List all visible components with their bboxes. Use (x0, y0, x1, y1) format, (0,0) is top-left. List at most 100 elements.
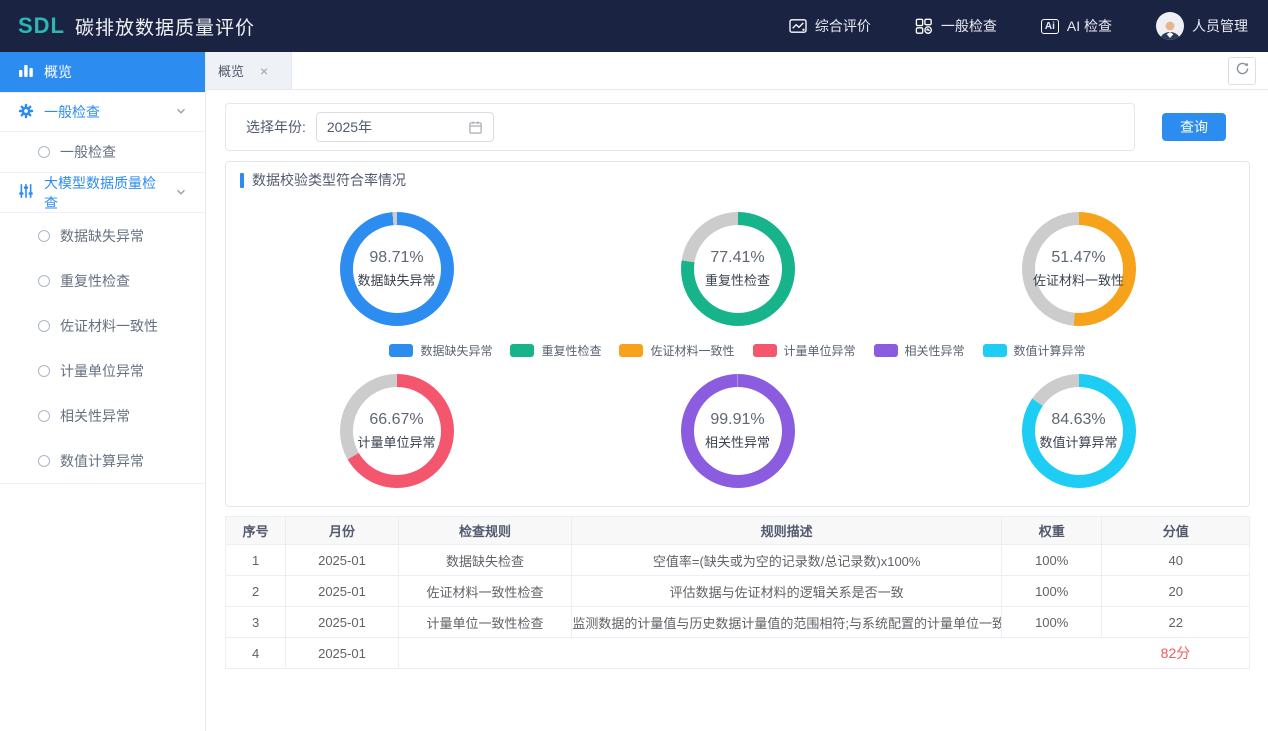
table-header-row: 序号 月份 检查规则 规则描述 权重 分值 (226, 517, 1250, 545)
donut-chart-calculation-anomaly: 84.63% 数值计算异常 (1022, 374, 1136, 488)
legend-label: 佐证材料一致性 (650, 342, 734, 359)
table-cell: 评估数据与佐证材料的逻辑关系是否一致 (572, 576, 1002, 607)
donut-label: 佐证材料一致性 (1033, 270, 1124, 289)
filter-card: 选择年份: 2025年 (225, 103, 1135, 151)
nav-item-label: 人员管理 (1192, 16, 1248, 36)
legend-item: 数据缺失异常 (389, 342, 492, 359)
legend-item: 佐证材料一致性 (619, 342, 734, 359)
sidebar-group-label: 大模型数据质量检查 (44, 173, 165, 213)
sidebar-item-label: 佐证材料一致性 (60, 316, 158, 336)
table-cell: 监测数据的计量值与历史数据计量值的范围相符;与系统配置的计量单位一致 (572, 607, 1002, 638)
sidebar-item-label: 相关性异常 (60, 406, 130, 426)
table-cell: 40 (1102, 545, 1250, 576)
donut-charts: 98.71% 数据缺失异常 77.41% 重复性检查 (226, 198, 1249, 506)
year-select-value: 2025年 (327, 117, 372, 137)
table-cell: 4 (226, 638, 286, 669)
nav-item-general-check[interactable]: 一般检查 (915, 16, 997, 36)
legend-item: 计量单位异常 (753, 342, 856, 359)
legend-swatch (389, 344, 413, 357)
donut-percent: 84.63% (1051, 411, 1105, 429)
refresh-icon (1235, 61, 1250, 81)
sidebar-item-label: 概览 (44, 62, 72, 82)
radio-circle-icon (38, 146, 50, 158)
app-title: 碳排放数据质量评价 (75, 13, 255, 40)
navbar-menu: 综合评价 一般检查 Ai AI 检查 (789, 12, 1248, 40)
table-cell: 计量单位一致性检查 (398, 607, 572, 638)
total-score-cell: 82分 (1102, 638, 1250, 669)
legend-label: 计量单位异常 (784, 342, 856, 359)
col-header-rule: 检查规则 (398, 517, 572, 545)
donut-chart-evidence-consistency: 51.47% 佐证材料一致性 (1022, 212, 1136, 326)
table-cell: 100% (1002, 576, 1102, 607)
chevron-down-icon (175, 104, 187, 120)
donut-percent: 51.47% (1051, 249, 1105, 267)
sidebar-item-general-check[interactable]: 一般检查 (0, 132, 205, 173)
radio-circle-icon (38, 275, 50, 287)
nav-item-label: AI 检查 (1067, 16, 1112, 36)
donut-percent: 66.67% (369, 411, 423, 429)
col-header-index: 序号 (226, 517, 286, 545)
donut-label: 计量单位异常 (357, 432, 435, 451)
tab-overview[interactable]: 概览 × (206, 52, 292, 89)
radio-circle-icon (38, 410, 50, 422)
table-cell: 2025-01 (286, 545, 398, 576)
table-cell: 100% (1002, 607, 1102, 638)
radio-circle-icon (38, 320, 50, 332)
legend-label: 重复性检查 (541, 342, 601, 359)
table-row: 2 2025-01 佐证材料一致性检查 评估数据与佐证材料的逻辑关系是否一致 1… (226, 576, 1250, 607)
panel-title: 数据校验类型符合率情况 (252, 170, 406, 190)
refresh-button[interactable] (1228, 57, 1256, 85)
query-button[interactable]: 查询 (1162, 113, 1226, 141)
sliders-icon (18, 183, 34, 202)
chevron-down-icon (175, 185, 187, 201)
legend-label: 数据缺失异常 (420, 342, 492, 359)
donut-label: 重复性检查 (705, 270, 770, 289)
donut-label: 数据缺失异常 (357, 270, 435, 289)
table-cell-empty (398, 638, 1102, 669)
nav-item-label: 一般检查 (941, 16, 997, 36)
sidebar-item-label: 数值计算异常 (60, 451, 144, 471)
radio-circle-icon (38, 230, 50, 242)
calendar-icon (468, 120, 483, 135)
chart-legend: 数据缺失异常 重复性检查 佐证材料一致性 计量单位异常 (226, 342, 1249, 359)
sidebar-item-data-missing[interactable]: 数据缺失异常 (0, 213, 205, 258)
sidebar-item-overview[interactable]: 概览 (0, 52, 205, 92)
sidebar-group-llm-quality-check[interactable]: 大模型数据质量检查 (0, 173, 205, 213)
top-navbar: SDL 碳排放数据质量评价 综合评价 (0, 0, 1268, 52)
sidebar: 概览 一般检查 一般检查 (0, 52, 206, 731)
close-icon[interactable]: × (260, 64, 268, 78)
table-cell: 数据缺失检查 (398, 545, 572, 576)
sidebar-item-duplication-check[interactable]: 重复性检查 (0, 258, 205, 303)
donut-chart-duplication: 77.41% 重复性检查 (681, 212, 795, 326)
table-row: 3 2025-01 计量单位一致性检查 监测数据的计量值与历史数据计量值的范围相… (226, 607, 1250, 638)
sidebar-sublist-llm: 数据缺失异常 重复性检查 佐证材料一致性 计量单位异常 相关性异常 数值计算异常 (0, 213, 205, 484)
legend-swatch (753, 344, 777, 357)
table-cell: 2025-01 (286, 607, 398, 638)
col-header-description: 规则描述 (572, 517, 1002, 545)
title-accent-bar (240, 173, 244, 188)
donut-label: 相关性异常 (705, 432, 770, 451)
table-cell: 佐证材料一致性检查 (398, 576, 572, 607)
legend-item: 重复性检查 (510, 342, 601, 359)
sidebar-item-calculation-anomaly[interactable]: 数值计算异常 (0, 438, 205, 483)
panel-title-row: 数据校验类型符合率情况 (226, 162, 1249, 198)
sidebar-item-label: 数据缺失异常 (60, 226, 144, 246)
app-logo: SDL (18, 13, 65, 39)
sidebar-item-evidence-consistency[interactable]: 佐证材料一致性 (0, 303, 205, 348)
year-select[interactable]: 2025年 (316, 112, 494, 142)
table-row: 1 2025-01 数据缺失检查 空值率=(缺失或为空的记录数/总记录数)x10… (226, 545, 1250, 576)
tab-label: 概览 (218, 61, 244, 80)
donut-percent: 99.91% (710, 411, 764, 429)
sidebar-group-general-check[interactable]: 一般检查 (0, 92, 205, 132)
nav-item-composite-evaluation[interactable]: 综合评价 (789, 16, 871, 36)
main-content: 选择年份: 2025年 查询 (206, 90, 1268, 669)
legend-item: 相关性异常 (874, 342, 965, 359)
nav-item-user-management[interactable]: 人员管理 (1156, 12, 1248, 40)
sidebar-item-correlation-anomaly[interactable]: 相关性异常 (0, 393, 205, 438)
table-cell: 2 (226, 576, 286, 607)
sidebar-item-label: 计量单位异常 (60, 361, 144, 381)
sidebar-item-unit-anomaly[interactable]: 计量单位异常 (0, 348, 205, 393)
donut-percent: 77.41% (710, 249, 764, 267)
donut-label: 数值计算异常 (1039, 432, 1117, 451)
nav-item-ai-check[interactable]: Ai AI 检查 (1041, 16, 1112, 36)
